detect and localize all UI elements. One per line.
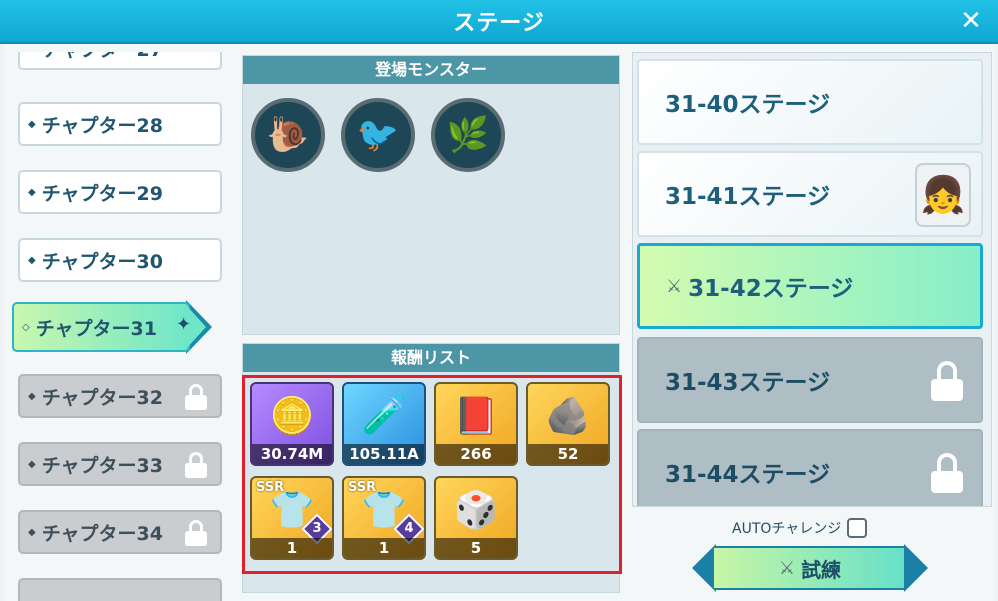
book-art: 📕 [453,396,499,437]
chapter-label: チャプター31 [35,317,157,340]
chapter-label: チャプター30 [41,250,163,273]
diamond-icon: ◆ [28,458,36,470]
auto-challenge-row[interactable]: AUTOチャレンジ [732,516,868,540]
close-icon[interactable]: ✕ [958,8,984,34]
chapter-item-29[interactable]: ◆ チャプター29 [18,170,222,214]
character-avatar-icon: 👧 [915,163,971,227]
ore-icon[interactable]: 🪨 52 [526,382,610,466]
reward-qty: 266 [436,444,516,464]
chapter-label: チャプター28 [41,114,163,137]
stage-item-31-44[interactable]: 31-44ステージ [637,429,983,506]
auto-challenge-label: AUTOチャレンジ [732,521,842,537]
stage-item-31-43[interactable]: 31-43ステージ [637,337,983,423]
trial-button-label: 試練 [801,557,842,582]
stage-label: 31-40ステージ [665,92,831,118]
monster-panel: 登場モンスター 🐌 🐦 🌿 [242,55,620,335]
chapter-label: チャプター29 [41,182,163,205]
gold-coin-art: 🪙 [269,396,315,437]
chapter-item-32[interactable]: ◆ チャプター32 [18,374,222,418]
gold-coin-icon[interactable]: 🪙 30.74M [250,382,334,466]
chapter-item-28[interactable]: ◆ チャプター28 [18,102,222,146]
stage-label: 31-42ステージ [688,276,854,302]
diamond-icon: ◆ [28,390,36,402]
diamond-icon: ◆ [28,118,36,130]
lock-icon [184,520,208,546]
chapter-item-30[interactable]: ◆ チャプター30 [18,238,222,282]
stage-item-31-40[interactable]: 31-40ステージ [637,59,983,145]
sparkle-icon: ✦ [176,314,192,335]
lock-icon [931,453,963,493]
stage-label: 31-41ステージ [665,184,831,210]
trial-button[interactable]: ⚔ 試練 [692,544,928,592]
reward-qty: 1 [252,538,332,558]
monster-panel-header: 登場モンスター [243,56,619,84]
reward-panel-header: 報酬リスト [243,344,619,372]
diamond-icon: ◆ [28,254,36,266]
auto-challenge-checkbox[interactable] [847,518,868,538]
reward-qty: 105.11A [344,444,424,464]
stage-label: 31-43ステージ [665,370,831,396]
chapter-label: チャプター27 [42,52,163,62]
snail-monster-icon[interactable]: 🐌 [251,98,325,172]
chapter-item-31[interactable]: ◇ チャプター31 [12,302,190,352]
diamond-icon: ◆ [28,186,36,198]
book-icon[interactable]: 📕 266 [434,382,518,466]
chapter-label: チャプター34 [41,522,163,545]
chapter-label: チャプター33 [41,454,163,477]
lock-icon [931,361,963,401]
ssr-label: SSR [348,480,377,495]
stage-list[interactable]: 31-40ステージ 31-41ステージ 👧 ⚔ 31-42ステージ 31-43ス… [632,52,992,507]
reward-qty: 5 [436,538,516,558]
lock-icon [184,452,208,478]
diamond-icon: ◆ [28,526,36,538]
chapter-list[interactable]: ◆ チャプター27 ◆ チャプター28 ◆ チャプター29 ◆ チャプター30 … [10,52,232,601]
reward-qty: 1 [344,538,424,558]
plant-monster-icon[interactable]: 🌿 [431,98,505,172]
ssr-label: SSR [256,480,285,495]
chapter-label: チャプター32 [41,386,163,409]
exp-potion-art: 🧪 [361,396,407,437]
title-bar: ステージ ✕ [0,0,998,44]
ore-art: 🪨 [545,396,591,437]
ssr-armor-icon[interactable]: 👕 SSR 4 1 [342,476,426,560]
right-arrow-decor [904,544,928,592]
chapter-item-27[interactable]: ◆ チャプター27 [18,52,222,70]
chapter-item-33[interactable]: ◆ チャプター33 [18,442,222,486]
left-arrow-decor [692,544,716,592]
diamond-outline-icon: ◇ [22,321,30,333]
dice-icon[interactable]: 🎲 5 [434,476,518,560]
crossed-swords-icon: ⚔ [666,275,683,297]
exp-potion-icon[interactable]: 🧪 105.11A [342,382,426,466]
ssr-armor-icon[interactable]: 👕 SSR 3 1 [250,476,334,560]
chapter-item-34[interactable]: ◆ チャプター34 [18,510,222,554]
bird-monster-icon[interactable]: 🐦 [341,98,415,172]
crossed-swords-icon: ⚔ [778,557,796,579]
dice-art: 🎲 [453,490,499,531]
reward-qty: 52 [528,444,608,464]
stage-item-31-42[interactable]: ⚔ 31-42ステージ [637,243,983,329]
page-title: ステージ [453,11,545,36]
lock-icon [184,384,208,410]
reward-list: 🪙 30.74M 🧪 105.11A 📕 266 🪨 52 👕 SSR 3 1 … [242,375,622,574]
stage-label: 31-44ステージ [665,462,831,488]
stage-item-31-41[interactable]: 31-41ステージ 👧 [637,151,983,237]
chapter-item-35[interactable] [18,578,222,601]
trial-button-body[interactable]: ⚔ 試練 [714,546,906,590]
reward-qty: 30.74M [252,444,332,464]
diamond-icon: ◆ [28,52,36,54]
